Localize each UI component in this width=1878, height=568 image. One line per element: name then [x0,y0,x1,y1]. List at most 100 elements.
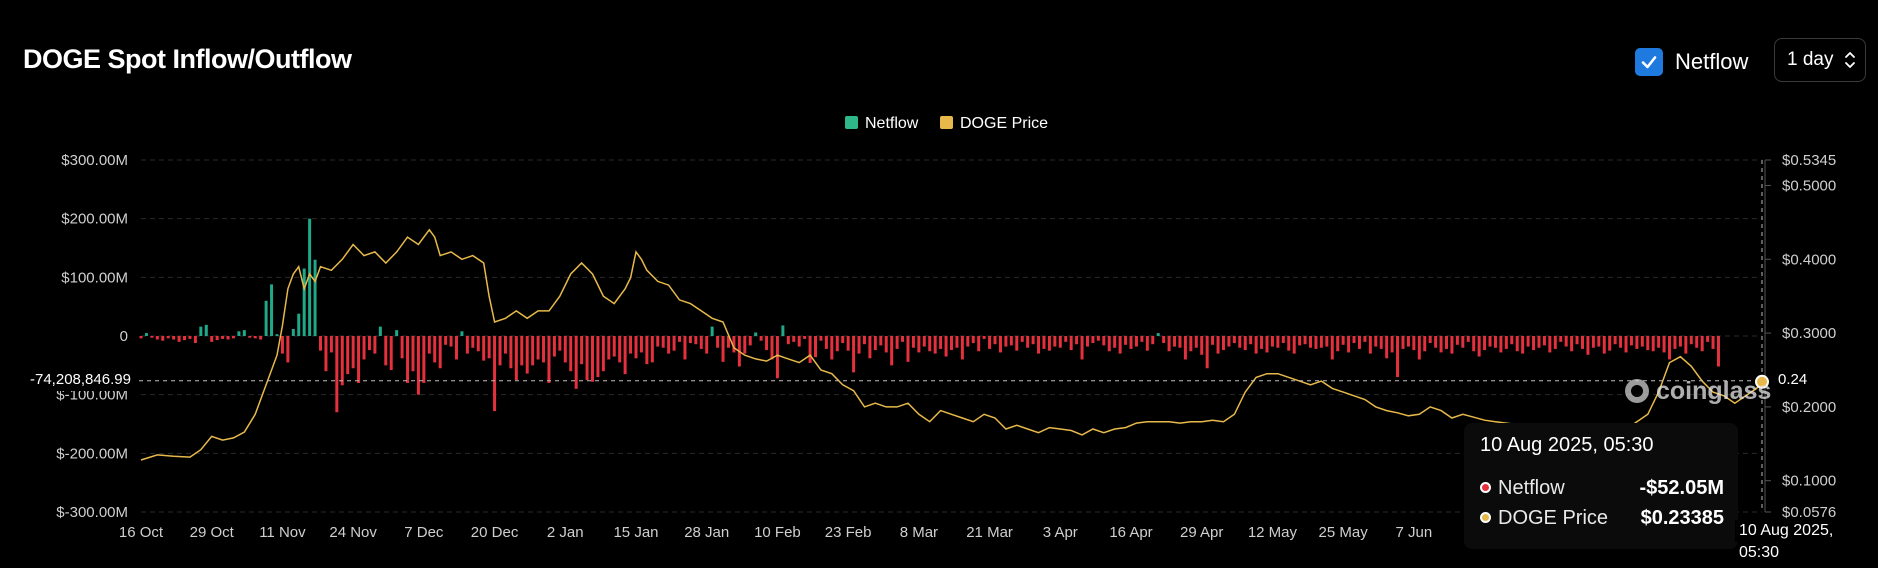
x-tick-label: 8 Mar [900,524,938,541]
netflow-bar [536,336,540,360]
netflow-bar [596,336,600,378]
netflow-bar [1412,336,1416,351]
netflow-bar [1662,336,1666,353]
netflow-bar [253,336,257,339]
legend-swatch-netflow[interactable] [845,116,858,129]
x-tick-label: 7 Dec [404,524,444,541]
netflow-bar [1374,336,1378,347]
netflow-bar [406,336,410,383]
netflow-bar [199,326,203,336]
netflow-bar [1646,336,1650,351]
legend-label-netflow[interactable]: Netflow [865,115,919,132]
netflow-bar [237,331,241,336]
netflow-bar [1254,336,1258,354]
netflow-bar [1232,336,1236,344]
netflow-bar [1200,336,1204,355]
netflow-bar [1330,336,1334,360]
netflow-bar [215,336,219,341]
netflow-bar [172,336,176,340]
netflow-bar [531,336,535,366]
netflow-bar [971,336,975,344]
netflow-bar [634,336,638,359]
netflow-bar [1156,333,1160,336]
netflow-bar [1629,336,1633,346]
netflow-bar [590,336,594,382]
netflow-bar [231,336,235,339]
netflow-bar [563,336,567,363]
netflow-bar [1075,336,1079,345]
x-tick-label: 28 Jan [684,524,729,541]
netflow-bar [1167,336,1171,352]
netflow-bar [1580,336,1584,349]
netflow-bar [939,336,943,349]
x-tick-label: 25 May [1319,524,1369,541]
netflow-bar [547,336,551,383]
netflow-bar [1069,336,1073,351]
netflow-bar [803,336,807,339]
netflow-bar [1439,336,1443,353]
netflow-bar [618,336,622,363]
chart-legend: Netflow DOGE Price [845,115,1048,132]
netflow-bar [482,336,486,361]
netflow-bar [335,336,339,413]
x-tick-label: 21 Mar [966,524,1013,541]
netflow-bar [667,336,671,354]
legend-swatch-price[interactable] [940,116,953,129]
netflow-bar [1249,336,1253,345]
netflow-bar [155,336,159,340]
netflow-bar [824,336,828,349]
netflow-bar [612,336,616,357]
netflow-bar [313,259,317,336]
x-tick-label: 24 Nov [329,524,377,541]
netflow-bar [846,336,850,351]
netflow-bar [1325,336,1329,347]
netflow-bar [683,336,687,360]
netflow-bar [1417,336,1421,360]
netflow-bar [161,336,165,341]
netflow-bar [1368,336,1372,354]
netflow-bar [1716,336,1720,367]
netflow-bar [487,336,491,359]
netflow-bar [1004,336,1008,347]
netflow-bar [998,336,1002,353]
netflow-bar [455,336,458,360]
netflow-bar [210,336,214,342]
netflow-bar [1700,336,1704,352]
netflow-bar [868,336,872,359]
netflow-bar [1042,336,1046,349]
y-right-tick-label: $0.1000 [1782,473,1836,490]
netflow-bar [639,336,643,353]
netflow-bar [444,336,448,345]
netflow-bar [1031,336,1035,345]
netflow-bar [993,336,997,345]
netflow-bar [1107,336,1111,352]
netflow-bar [422,336,426,383]
netflow-bar [781,325,785,336]
netflow-bar [1281,336,1285,344]
netflow-bar [705,336,709,354]
netflow-bar [1260,336,1264,349]
netflow-bar [797,336,801,347]
netflow-bar [656,336,660,347]
legend-label-price[interactable]: DOGE Price [960,115,1048,132]
netflow-bar [1091,336,1095,344]
netflow-bar [509,336,513,369]
y-left-tick-label: 0 [120,328,128,345]
netflow-bar [814,336,818,358]
netflow-bar [319,336,323,351]
netflow-bar [1493,336,1497,348]
crosshair-price-value: 0.24 [1772,369,1814,391]
x-tick-label: 16 Oct [119,524,164,541]
tooltip-row-price: DOGE Price $0.23385 [1480,507,1724,533]
netflow-bar [1183,336,1187,360]
netflow-bar [1205,336,1209,369]
netflow-bar [1385,336,1389,359]
netflow-bar [1532,336,1536,351]
netflow-bar [1706,336,1710,342]
netflow-bar [694,336,698,345]
tooltip-label-netflow: Netflow [1498,477,1565,499]
y-left-tick-label: $300.00M [61,152,128,169]
netflow-bar [1221,336,1225,351]
x-tick-label: 2 Jan [547,524,584,541]
netflow-bar [574,336,578,389]
